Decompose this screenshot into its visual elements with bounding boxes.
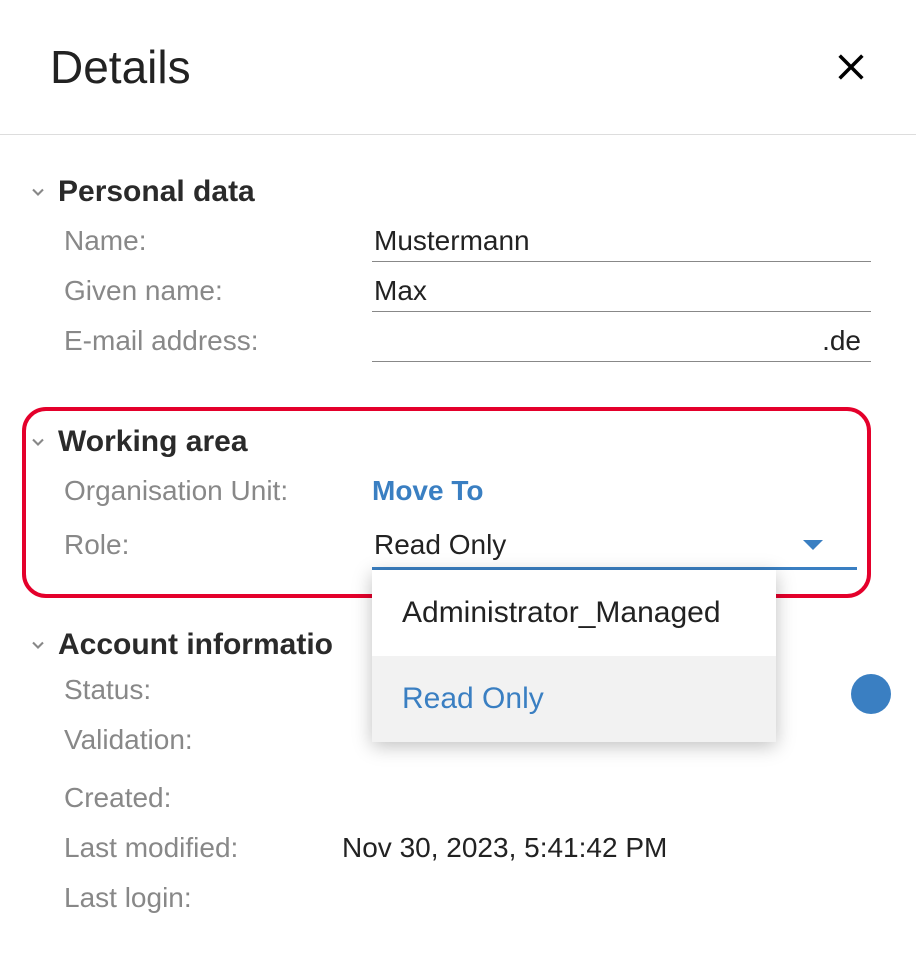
status-toggle[interactable] — [851, 674, 891, 714]
chevron-down-icon — [26, 633, 50, 657]
given-name-input[interactable] — [372, 271, 871, 312]
last-modified-label: Last modified: — [64, 832, 342, 864]
role-option-read-only[interactable]: Read Only — [372, 656, 776, 742]
section-title-working: Working area — [58, 425, 248, 459]
section-body-working: Organisation Unit: Move To Role: Read On… — [26, 475, 857, 570]
name-label: Name: — [64, 225, 372, 257]
org-unit-label: Organisation Unit: — [64, 475, 372, 507]
section-title-personal: Personal data — [58, 175, 255, 209]
role-label: Role: — [64, 529, 372, 561]
created-label: Created: — [64, 782, 372, 814]
email-label: E-mail address: — [64, 325, 372, 357]
chevron-down-icon — [26, 180, 50, 204]
validation-label: Validation: — [64, 724, 372, 756]
status-label: Status: — [64, 674, 372, 706]
given-name-label: Given name: — [64, 275, 372, 307]
role-dropdown: Administrator_Managed Read Only — [372, 570, 776, 742]
close-icon — [834, 50, 868, 84]
name-input[interactable] — [372, 221, 871, 262]
role-option-administrator-managed[interactable]: Administrator_Managed — [372, 570, 776, 656]
section-toggle-working[interactable]: Working area — [26, 425, 857, 459]
role-select[interactable]: Read Only Administrator_Managed Read Onl… — [372, 525, 857, 570]
last-modified-value: Nov 30, 2023, 5:41:42 PM — [342, 832, 667, 864]
highlight-working-area: Working area Organisation Unit: Move To … — [22, 407, 871, 598]
caret-down-icon — [803, 540, 823, 550]
section-title-account: Account informatio — [58, 628, 333, 662]
role-selected-value: Read Only — [374, 529, 506, 561]
chevron-down-icon — [26, 430, 50, 454]
page-title: Details — [50, 40, 191, 94]
panel-content: Personal data Name: Given name: E-mail a… — [0, 135, 916, 926]
section-body-personal: Name: Given name: E-mail address: — [26, 221, 871, 365]
email-input[interactable] — [372, 321, 871, 362]
panel-header: Details — [0, 0, 916, 135]
close-button[interactable] — [831, 47, 871, 87]
last-login-label: Last login: — [64, 882, 372, 914]
move-to-link[interactable]: Move To — [372, 475, 483, 507]
section-toggle-personal[interactable]: Personal data — [26, 175, 871, 209]
